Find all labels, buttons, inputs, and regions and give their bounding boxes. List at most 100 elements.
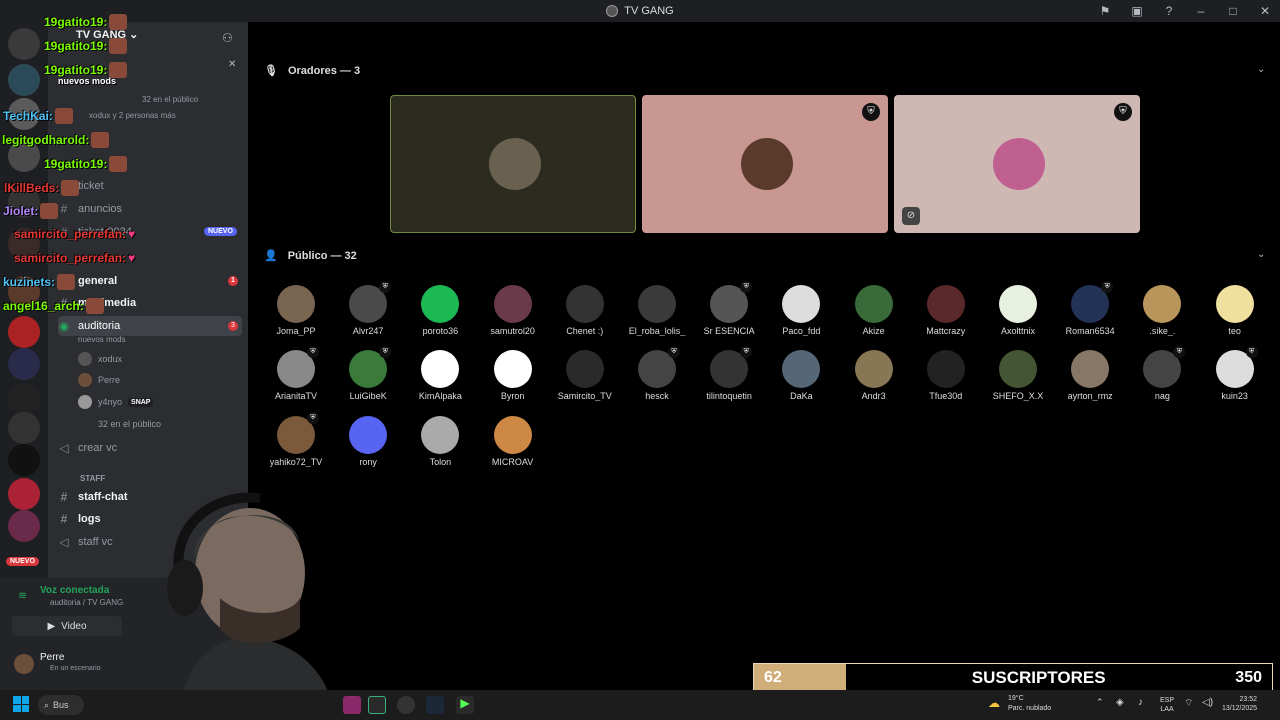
voice-user[interactable]: y4nyo SNAP [78, 395, 154, 409]
audience-member[interactable]: ⛨ LuiGibeK [332, 346, 404, 401]
audience-member[interactable]: samutrol20 [477, 285, 549, 336]
server-icon[interactable] [8, 412, 40, 444]
server-icon[interactable] [8, 316, 40, 348]
user-avatar[interactable] [14, 654, 34, 674]
audience-member[interactable]: poroto36 [404, 285, 476, 336]
steam-icon[interactable] [426, 696, 444, 714]
clock[interactable]: 23:52 13/12/2025 [1222, 695, 1257, 713]
help-icon[interactable]: ? [1162, 4, 1176, 18]
taskbar-search[interactable]: ⌕ Bus [38, 695, 84, 715]
audience-member[interactable]: Mattcrazy [910, 285, 982, 336]
speaker-tile[interactable] [390, 95, 636, 233]
audience-header[interactable]: 👤 Público — 32 [264, 249, 357, 263]
chat-username: kuzinets: [3, 275, 56, 289]
audience-member[interactable]: Akize [838, 285, 910, 336]
avatar [277, 285, 315, 323]
audience-member[interactable]: MICROAV [477, 416, 549, 467]
windows-start-icon[interactable] [13, 696, 29, 712]
audience-member[interactable]: teo [1199, 285, 1271, 336]
obs-icon[interactable] [397, 696, 415, 714]
network-icon[interactable]: ◈ [1116, 697, 1124, 708]
audience-member[interactable]: ⛨ yahiko72_TV [260, 412, 332, 467]
audience-member[interactable]: ⛨ ArianitaTV [260, 346, 332, 401]
app-icon[interactable] [368, 696, 386, 714]
audience-member[interactable]: Paco_fdd [765, 285, 837, 336]
audience-member[interactable]: KimAlpaka [404, 350, 476, 401]
minimize-button[interactable]: – [1194, 4, 1208, 18]
audience-member[interactable]: Chenet :) [549, 285, 621, 336]
inbox-icon[interactable]: ⚑ [1098, 4, 1112, 18]
moderator-shield-icon: ⛨ [379, 281, 392, 293]
collapse-icon[interactable]: ⌄ [1257, 249, 1265, 260]
user-status: En un escenario [50, 665, 101, 672]
audience-member[interactable]: Andr3 [838, 350, 910, 401]
server-icon[interactable] [8, 64, 40, 96]
audience-member[interactable]: El_roba_lolis_ [621, 285, 693, 336]
avatar: ⛨ [349, 281, 392, 323]
audience-member[interactable]: Tfue30d [910, 350, 982, 401]
server-icon[interactable] [8, 28, 40, 60]
close-button[interactable]: ✕ [1258, 4, 1272, 18]
speaker-tile[interactable]: ⛨ ⊘ [894, 95, 1140, 233]
channel-label: staff vc [78, 536, 113, 548]
server-icon[interactable] [8, 348, 40, 380]
weather-widget[interactable]: 19°C Parc. nublado [1008, 694, 1051, 714]
channel-ticket[interactable]: #ticket [58, 176, 242, 196]
video-button[interactable]: ▶ Video [12, 616, 122, 636]
audience-member[interactable]: SHEFO_X.X [982, 350, 1054, 401]
speakers-header[interactable]: 🎙 Oradores — 3 [264, 64, 360, 78]
speaker-tile[interactable]: ⛨ [642, 95, 888, 233]
audience-member-name: Sr ESENCIA [703, 326, 755, 336]
audience-member[interactable]: Joma_PP [260, 285, 332, 336]
audience-member-name: nag [1154, 391, 1170, 401]
close-icon[interactable]: ✕ [228, 59, 236, 70]
audience-member[interactable]: ⛨ Sr ESENCIA [693, 281, 765, 336]
wifi-icon[interactable]: ⌔ [1184, 697, 1193, 710]
microphone-icon[interactable]: ♪ [1138, 697, 1143, 708]
audience-member[interactable]: Byron [477, 350, 549, 401]
maximize-button[interactable]: □ [1226, 4, 1240, 18]
avatar [854, 285, 893, 323]
server-icon[interactable] [8, 478, 40, 510]
add-friend-icon[interactable]: ⚇ [222, 31, 233, 45]
audience-member[interactable]: Tolon [404, 416, 476, 467]
voice-user[interactable]: xodux [78, 352, 122, 366]
chevron-up-icon[interactable]: ⌃ [1096, 697, 1104, 708]
channel-anuncios[interactable]: # anuncios [58, 199, 242, 219]
avatar: ⛨ [1071, 281, 1114, 323]
voice-location[interactable]: auditoria / TV GANG [50, 598, 123, 607]
audience-member[interactable]: Samircito_TV [549, 350, 621, 401]
app-icon[interactable] [343, 696, 361, 714]
server-icon[interactable] [8, 444, 40, 476]
audience-member[interactable]: ⛨ tilintoquetin [693, 346, 765, 401]
language-indicator[interactable]: ESP LAA [1160, 696, 1174, 714]
channel-auditoria[interactable]: ◉ auditoria 3 [58, 316, 242, 336]
screen-icon[interactable]: ▣ [1130, 4, 1144, 18]
chat-message: 19gatito19: [44, 156, 128, 172]
audience-member[interactable]: ⛨ hesck [621, 346, 693, 401]
public-count: 32 en el público [98, 419, 162, 429]
audience-member[interactable]: Axolttnix [982, 285, 1054, 336]
collapse-icon[interactable]: ⌄ [1257, 64, 1265, 75]
audience-member-name: Axolttnix [1000, 326, 1035, 336]
audience-member[interactable]: DaKa [765, 350, 837, 401]
app-icon[interactable]: ▶ [456, 696, 474, 714]
channel-crear-vc[interactable]: ◁ crear vc [58, 438, 242, 458]
audience-member[interactable]: ⛨ nag [1126, 346, 1198, 401]
audience-member[interactable]: ⛨ Roman6534 [1054, 281, 1126, 336]
category-staff[interactable]: STAFF [80, 474, 105, 483]
channel-general[interactable]: #general1 [58, 271, 242, 291]
moderator-shield-icon: ⛨ [1114, 103, 1132, 121]
lang-secondary: LAA [1160, 706, 1174, 713]
avatar [999, 350, 1037, 388]
audience-member[interactable]: ayrton_rmz [1054, 350, 1126, 401]
voice-user[interactable]: Perre [78, 373, 120, 387]
volume-icon[interactable]: ◁) [1202, 697, 1213, 708]
audience-member[interactable]: ⛨ kuin23 [1199, 346, 1271, 401]
channel-label: ticket [78, 180, 104, 192]
audience-member[interactable]: ⛨ Alvr247 [332, 281, 404, 336]
audience-member[interactable]: rony [332, 416, 404, 467]
audience-member[interactable]: .sike_. [1126, 285, 1198, 336]
server-icon[interactable] [8, 510, 40, 542]
audience-member-name: Chenet :) [566, 326, 604, 336]
